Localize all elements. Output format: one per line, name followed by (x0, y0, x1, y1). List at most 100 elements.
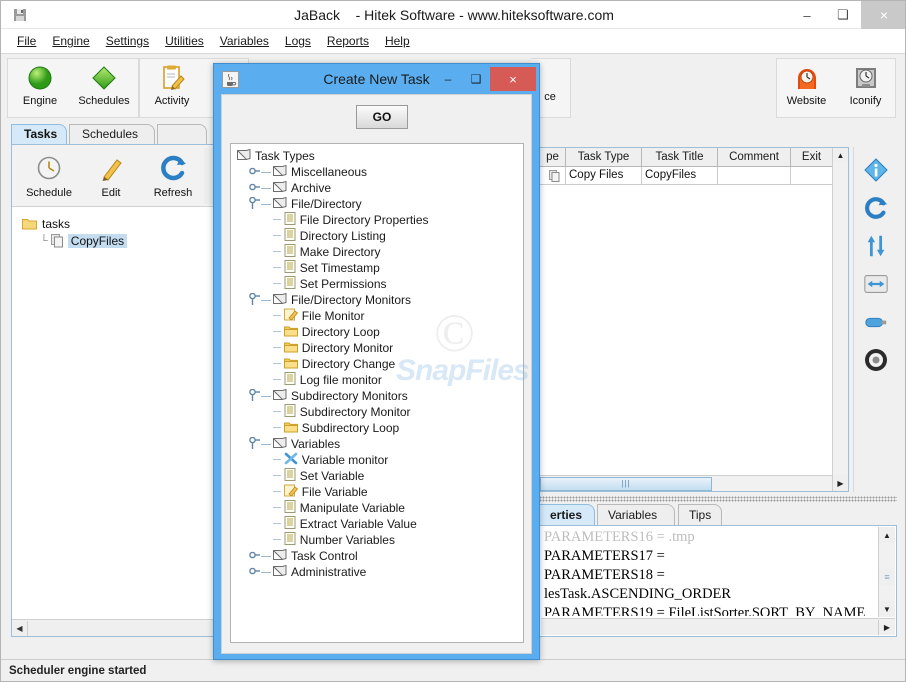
tree-node-file-variable[interactable]: ─ File Variable (231, 484, 523, 500)
menu-settings[interactable]: Settings (98, 31, 157, 51)
minimize-button[interactable]: – (789, 1, 825, 29)
refresh-icon[interactable] (859, 193, 893, 223)
dialog-minimize-button[interactable]: – (434, 67, 462, 91)
tree-toggle[interactable] (249, 565, 261, 580)
parameters-vscrollbar[interactable]: ▲ ≡ ▼ (878, 527, 895, 617)
task-button-schedule[interactable]: Schedule (18, 148, 80, 204)
tree-toggle[interactable] (249, 196, 261, 212)
tree-node-file-monitor[interactable]: ─ File Monitor (231, 308, 523, 324)
menu-logs[interactable]: Logs (277, 31, 319, 51)
green-diamond-icon (92, 66, 116, 90)
tree-node-file-directory[interactable]: File/Directory (231, 196, 523, 212)
vscroll-thumb[interactable]: ≡ (879, 569, 895, 585)
scroll-left-arrow[interactable]: ◀ (12, 620, 28, 636)
task-button-refresh[interactable]: Refresh (142, 148, 204, 204)
sort-arrows-icon[interactable] (859, 231, 893, 261)
info-icon[interactable] (859, 155, 893, 185)
tab-variables[interactable]: Variables (597, 504, 675, 525)
task-label-edit: Edit (101, 187, 121, 199)
usb-drive-icon[interactable] (859, 307, 893, 337)
tree-node-log-file-monitor[interactable]: ─ Log file monitor (231, 372, 523, 388)
tree-node-set-timestamp[interactable]: ─ Set Timestamp (231, 260, 523, 276)
table-header-comment[interactable]: Comment (718, 148, 791, 166)
toolbar-button-iconify[interactable]: Iconify (836, 59, 895, 117)
table-header-type[interactable]: pe (540, 148, 566, 166)
close-button[interactable]: × (861, 1, 905, 29)
menu-variables[interactable]: Variables (212, 31, 277, 51)
scroll-down-arrow[interactable]: ▼ (879, 601, 895, 617)
splitter[interactable] (539, 496, 897, 502)
scroll-right-arrow[interactable]: ▶ (832, 475, 848, 491)
tab-schedules[interactable]: Schedules (69, 124, 155, 144)
menu-file[interactable]: File (9, 31, 44, 51)
tree-toggle[interactable] (249, 436, 261, 452)
parameters-text[interactable]: PARAMETERS16 = .tmp PARAMETERS17 = PARAM… (542, 528, 872, 616)
tree-node-directory-listing[interactable]: ─ Directory Listing (231, 228, 523, 244)
tree-node-manipulate-variable[interactable]: ─ Manipulate Variable (231, 500, 523, 516)
tree-node-extract-variable-value[interactable]: ─ Extract Variable Value (231, 516, 523, 532)
tree-node-variable-monitor[interactable]: ─ Variable monitor (231, 452, 523, 468)
disc-icon[interactable] (859, 345, 893, 375)
dialog-maximize-button[interactable]: ❑ (462, 67, 490, 91)
tree-node-administrative[interactable]: Administrative (231, 564, 523, 580)
tree-node-variables[interactable]: Variables (231, 436, 523, 452)
menu-reports[interactable]: Reports (319, 31, 377, 51)
collapse-toggle-icon (249, 196, 260, 209)
tree-node-make-directory[interactable]: ─ Make Directory (231, 244, 523, 260)
tree-node-task-control[interactable]: Task Control (231, 548, 523, 564)
tree-toggle[interactable] (249, 388, 261, 404)
document-icon (284, 516, 296, 532)
maximize-button[interactable]: ❑ (825, 1, 861, 29)
tree-node-directory-loop[interactable]: ─ Directory Loop (231, 324, 523, 340)
scroll-up-arrow[interactable]: ▲ (833, 148, 848, 163)
tree-toggle[interactable] (249, 181, 261, 196)
tree-node-miscellaneous[interactable]: Miscellaneous (231, 164, 523, 180)
go-button[interactable]: GO (356, 105, 408, 129)
menu-engine[interactable]: Engine (44, 31, 97, 51)
tree-toggle[interactable] (249, 292, 261, 308)
tree-node-subdirectory-monitors[interactable]: Subdirectory Monitors (231, 388, 523, 404)
table-vscrollbar[interactable]: ▲ ▼ (832, 148, 848, 491)
tab-properties[interactable]: erties (539, 504, 595, 525)
tree-node-subdirectory-loop[interactable]: ─ Subdirectory Loop (231, 420, 523, 436)
table-header-task-type[interactable]: Task Type (566, 148, 642, 166)
tab-tasks[interactable]: Tasks (11, 124, 67, 144)
tree-node-task-types[interactable]: Task Types (231, 148, 523, 164)
toolbar-button-website[interactable]: Website (777, 59, 836, 117)
tree-node-set-permissions[interactable]: ─ Set Permissions (231, 276, 523, 292)
hscroll-track[interactable] (541, 619, 878, 635)
app-name: JaBack (294, 7, 341, 23)
table-header-exit[interactable]: Exit (791, 148, 832, 166)
menu-help[interactable]: Help (377, 31, 418, 51)
toolbar-button-activity[interactable]: Activity (140, 59, 204, 117)
scroll-up-arrow[interactable]: ▲ (879, 527, 895, 543)
resize-width-icon[interactable] (859, 269, 893, 299)
scroll-right-arrow[interactable]: ▶ (878, 619, 895, 635)
tree-toggle[interactable] (249, 165, 261, 180)
dialog-close-button[interactable]: × (490, 67, 536, 91)
tree-node-file-directory-monitors[interactable]: File/Directory Monitors (231, 292, 523, 308)
table-hscrollbar[interactable]: ||| (540, 475, 848, 491)
tab-tips[interactable]: Tips (678, 504, 722, 525)
tree-node-subdirectory-monitor[interactable]: ─ Subdirectory Monitor (231, 404, 523, 420)
tree-node-set-variable[interactable]: ─ Set Variable (231, 468, 523, 484)
tree-node-label: File/Directory (291, 197, 362, 211)
task-types-tree[interactable]: Task Types Miscellaneous Archive File/Direc… (230, 143, 524, 643)
tree-node-archive[interactable]: Archive (231, 180, 523, 196)
tree-node-directory-change[interactable]: ─ Directory Change (231, 356, 523, 372)
hscroll-thumb[interactable]: ||| (540, 476, 712, 491)
menu-utilities[interactable]: Utilities (157, 31, 212, 51)
toolbar-button-schedules[interactable]: Schedules (72, 59, 136, 117)
parameters-hscrollbar[interactable]: ▶ (541, 618, 895, 635)
task-button-edit[interactable]: Edit (80, 148, 142, 204)
tab-extra[interactable]: . (157, 124, 207, 144)
tree-toggle[interactable] (249, 549, 261, 564)
table-row[interactable]: Copy Files CopyFiles (540, 167, 848, 185)
tree-node-file-directory-properties[interactable]: ─ File Directory Properties (231, 212, 523, 228)
tree-node-number-variables[interactable]: ─ Number Variables (231, 532, 523, 548)
dialog-titlebar[interactable]: Create New Task – ❑ × (214, 64, 539, 94)
tree-node-directory-monitor[interactable]: ─ Directory Monitor (231, 340, 523, 356)
table-header-row: pe Task Type Task Title Comment Exit (540, 148, 848, 167)
toolbar-button-engine[interactable]: Engine (8, 59, 72, 117)
table-header-task-title[interactable]: Task Title (642, 148, 718, 166)
